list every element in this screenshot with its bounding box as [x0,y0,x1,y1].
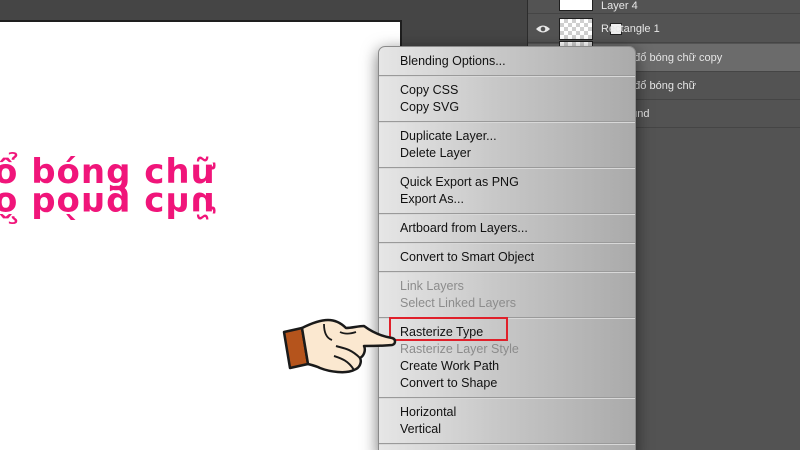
layer-name: Layer 4 [601,0,638,12]
layer-thumbnail [559,18,622,40]
menu-item-link-layers: Link Layers [400,279,464,293]
menu-item-export-as[interactable]: Export As... [400,192,464,206]
menu-separator [379,443,635,445]
menu-item-convert-to-shape[interactable]: Convert to Shape [400,376,497,390]
menu-item-blending-options[interactable]: Blending Options... [400,54,506,68]
menu-item-artboard-from-layers[interactable]: Artboard from Layers... [400,221,528,235]
photoshop-workspace: ổ bóng chữ ổ bóng chữ Layer 4 Rectangle … [0,0,800,450]
menu-item-vertical[interactable]: Vertical [400,422,441,436]
menu-separator [379,271,635,273]
menu-item-convert-smart-object[interactable]: Convert to Smart Object [400,250,534,264]
menu-separator [379,397,635,399]
menu-separator [379,242,635,244]
menu-item-duplicate-layer[interactable]: Duplicate Layer... [400,129,497,143]
layer-name: o đổ bóng chữ copy [625,51,723,64]
menu-separator [379,75,635,77]
layer-context-menu: Blending Options... Copy CSS Copy SVG Du… [378,46,636,450]
menu-item-create-work-path[interactable]: Create Work Path [400,359,499,373]
menu-item-delete-layer[interactable]: Delete Layer [400,146,471,160]
document-canvas[interactable]: ổ bóng chữ ổ bóng chữ [0,20,402,450]
layer-thumbnail [559,0,593,11]
menu-separator [379,121,635,123]
menu-item-copy-css[interactable]: Copy CSS [400,83,458,97]
menu-item-horizontal[interactable]: Horizontal [400,405,456,419]
layer-name: Rectangle 1 [601,22,660,35]
text-layer-reflection[interactable]: ổ bóng chữ [0,184,216,224]
menu-item-copy-svg[interactable]: Copy SVG [400,100,459,114]
menu-item-quick-export-png[interactable]: Quick Export as PNG [400,175,519,189]
menu-item-rasterize-layer-style: Rasterize Layer Style [400,342,519,356]
layer-row-layer-4[interactable]: Layer 4 [528,0,800,14]
menu-separator [379,213,635,215]
menu-separator [379,167,635,169]
eye-icon[interactable] [534,20,552,38]
pointing-hand-icon [282,318,397,374]
layer-row-rectangle-1[interactable]: Rectangle 1 [528,15,800,43]
menu-item-rasterize-type[interactable]: Rasterize Type [400,325,483,339]
menu-item-select-linked-layers: Select Linked Layers [400,296,517,310]
